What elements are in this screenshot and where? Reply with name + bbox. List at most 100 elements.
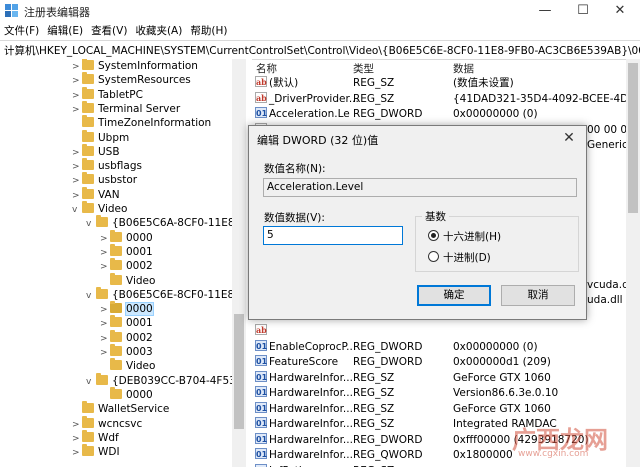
value-row[interactable]: 01 FeatureScore REG_DWORD 0x000000d1 (209): [252, 355, 626, 370]
value-row[interactable]: 01 HardwareInfor... REG_SZ GeForce GTX 1060: [252, 370, 626, 386]
tree-item[interactable]: > USB: [72, 143, 120, 160]
chevron-right-icon[interactable]: >: [72, 189, 82, 203]
chevron-right-icon[interactable]: >: [72, 418, 82, 432]
chevron-right-icon[interactable]: >: [72, 103, 82, 117]
tree-item[interactable]: >0001: [100, 315, 153, 331]
value-name: HardwareInfor...: [269, 402, 353, 415]
tree-item[interactable]: > SystemResources: [72, 72, 191, 88]
value-row[interactable]: 01 HardwareInfor... REG_SZ Version86.6.3e.0…: [252, 386, 626, 401]
address-bar[interactable]: 计算机\HKEY_LOCAL_MACHINE\SYSTEM\CurrentCon…: [0, 40, 640, 60]
chevron-right-icon[interactable]: >: [72, 146, 82, 160]
chevron-right-icon[interactable]: >: [72, 89, 82, 103]
tree-item[interactable]: > WDI: [72, 444, 120, 460]
chevron-right-icon[interactable]: >: [100, 260, 110, 274]
cancel-button[interactable]: 取消: [501, 285, 575, 306]
tree-item[interactable]: > usbflags: [72, 158, 142, 174]
column-data-header[interactable]: 数据: [453, 61, 474, 76]
tree-item[interactable]: > SystemInformation: [72, 59, 198, 73]
menu-edit[interactable]: 编辑(E): [43, 22, 87, 40]
column-name-header[interactable]: 名称: [256, 61, 277, 76]
tree-item[interactable]: >0000: [100, 229, 153, 246]
dialog-close-button[interactable]: ✕: [558, 128, 580, 148]
folder-icon: [96, 286, 108, 299]
value-row[interactable]: 01 HardwareInfor... REG_SZ GeForce GTX 1060: [252, 401, 626, 417]
value-row[interactable]: 01 EnableCoprocP... REG_DWORD 0x00000000 (0…: [252, 339, 626, 355]
tree-item-label: 0000: [125, 302, 154, 317]
regedit-icon: [5, 4, 18, 17]
chevron-right-icon[interactable]: >: [100, 246, 110, 260]
chevron-right-icon[interactable]: >: [72, 446, 82, 460]
chevron-down-icon[interactable]: v: [86, 375, 96, 389]
address-path: 计算机\HKEY_LOCAL_MACHINE\SYSTEM\CurrentCon…: [4, 45, 640, 57]
tree-item[interactable]: Video: [100, 358, 155, 373]
value-name: (默认): [269, 77, 299, 89]
chevron-right-icon[interactable]: >: [100, 232, 110, 246]
tree-item[interactable]: > wcncsvc: [72, 415, 142, 432]
chevron-down-icon[interactable]: v: [86, 289, 96, 303]
key-tree[interactable]: > SystemInformation > SystemResources > Table…: [0, 59, 232, 467]
menu-help[interactable]: 帮助(H): [186, 22, 231, 40]
value-data: 0x1800000: [453, 449, 513, 461]
tree-item[interactable]: Video: [100, 272, 155, 288]
tree-item[interactable]: >0001: [100, 243, 153, 260]
tree-item[interactable]: > Wdf: [72, 429, 119, 446]
maximize-button[interactable]: ☐: [563, 0, 603, 22]
tree-scrollbar-thumb[interactable]: [234, 314, 244, 429]
chevron-right-icon[interactable]: >: [72, 432, 82, 446]
tree-item[interactable]: v {B06E5C6E-8CF0-11E8-9F: [86, 286, 232, 303]
tree-item[interactable]: v Video: [72, 201, 127, 217]
chevron-right-icon[interactable]: >: [100, 346, 110, 360]
list-scrollbar[interactable]: [626, 59, 640, 467]
chevron-right-icon[interactable]: >: [100, 332, 110, 346]
edit-dword-dialog: 编辑 DWORD (32 位)值 ✕ 数值名称(N): Acceleration…: [248, 125, 587, 320]
chevron-right-icon[interactable]: >: [100, 317, 110, 331]
value-name: HardwareInfor...: [269, 371, 353, 384]
tree-scrollbar[interactable]: [232, 59, 246, 467]
close-button[interactable]: ✕: [600, 0, 640, 22]
value-row[interactable]: 01InfPath REG_SZ: [252, 463, 626, 467]
chevron-right-icon[interactable]: >: [100, 303, 110, 317]
menu-view[interactable]: 查看(V): [87, 22, 131, 40]
chevron-down-icon[interactable]: v: [72, 203, 82, 217]
radio-hex[interactable]: 十六进制(H): [428, 229, 501, 244]
tree-item[interactable]: >0000: [100, 301, 154, 317]
radio-decimal[interactable]: 十进制(D): [428, 250, 491, 265]
value-type: REG_DWORD: [353, 108, 423, 120]
tree-item[interactable]: TimeZoneInformation: [72, 115, 211, 130]
value-name-field: Acceleration.Level: [263, 178, 577, 197]
tree-item[interactable]: >0002: [100, 329, 153, 346]
column-type-header[interactable]: 类型: [353, 61, 374, 76]
chevron-down-icon[interactable]: v: [86, 217, 96, 231]
binary-value-icon: 01: [255, 370, 268, 382]
tree-item[interactable]: Ubpm: [72, 129, 129, 145]
tree-item[interactable]: > Terminal Server: [72, 100, 180, 117]
list-scrollbar-thumb[interactable]: [628, 63, 638, 213]
value-row[interactable]: ab _DriverProvider... REG_SZ {41DAD321-35D4…: [252, 91, 626, 107]
tree-item[interactable]: > VAN: [72, 186, 120, 203]
menu-file[interactable]: 文件(F): [0, 22, 43, 40]
chevron-right-icon[interactable]: >: [72, 174, 82, 188]
tree-item[interactable]: > usbstor: [72, 172, 137, 188]
tree-item[interactable]: >0002: [100, 258, 153, 274]
tree-item[interactable]: 0000: [100, 386, 153, 402]
value-row[interactable]: ab (默认) REG_SZ (数值未设置): [252, 76, 626, 91]
chevron-right-icon[interactable]: >: [72, 60, 82, 74]
value-row[interactable]: 01 Acceleration.Le REG_DWORD 0x00000000 (0): [252, 107, 626, 122]
minimize-button[interactable]: —: [525, 0, 565, 22]
folder-icon: [110, 243, 122, 256]
tree-item[interactable]: > TabletPC: [72, 86, 143, 103]
tree-item[interactable]: v {B06E5C6A-8CF0-11E8-9: [86, 215, 232, 231]
value-data-input[interactable]: 5: [263, 226, 403, 245]
menu-favorites[interactable]: 收藏夹(A): [131, 22, 186, 40]
tree-item[interactable]: >0003: [100, 344, 153, 360]
radio-hex-dot[interactable]: [428, 230, 439, 241]
ok-button[interactable]: 确定: [417, 285, 491, 306]
chevron-right-icon[interactable]: >: [72, 74, 82, 88]
tree-item[interactable]: WalletService: [72, 401, 169, 416]
tree-item-label: {DEB039CC-B704-4F53-B: [112, 374, 232, 387]
value-row[interactable]: ab: [252, 324, 626, 339]
tree-item[interactable]: v {DEB039CC-B704-4F53-B: [86, 372, 232, 389]
binary-value-icon: 01: [255, 107, 268, 118]
chevron-right-icon[interactable]: >: [72, 160, 82, 174]
radio-decimal-dot[interactable]: [428, 251, 439, 262]
